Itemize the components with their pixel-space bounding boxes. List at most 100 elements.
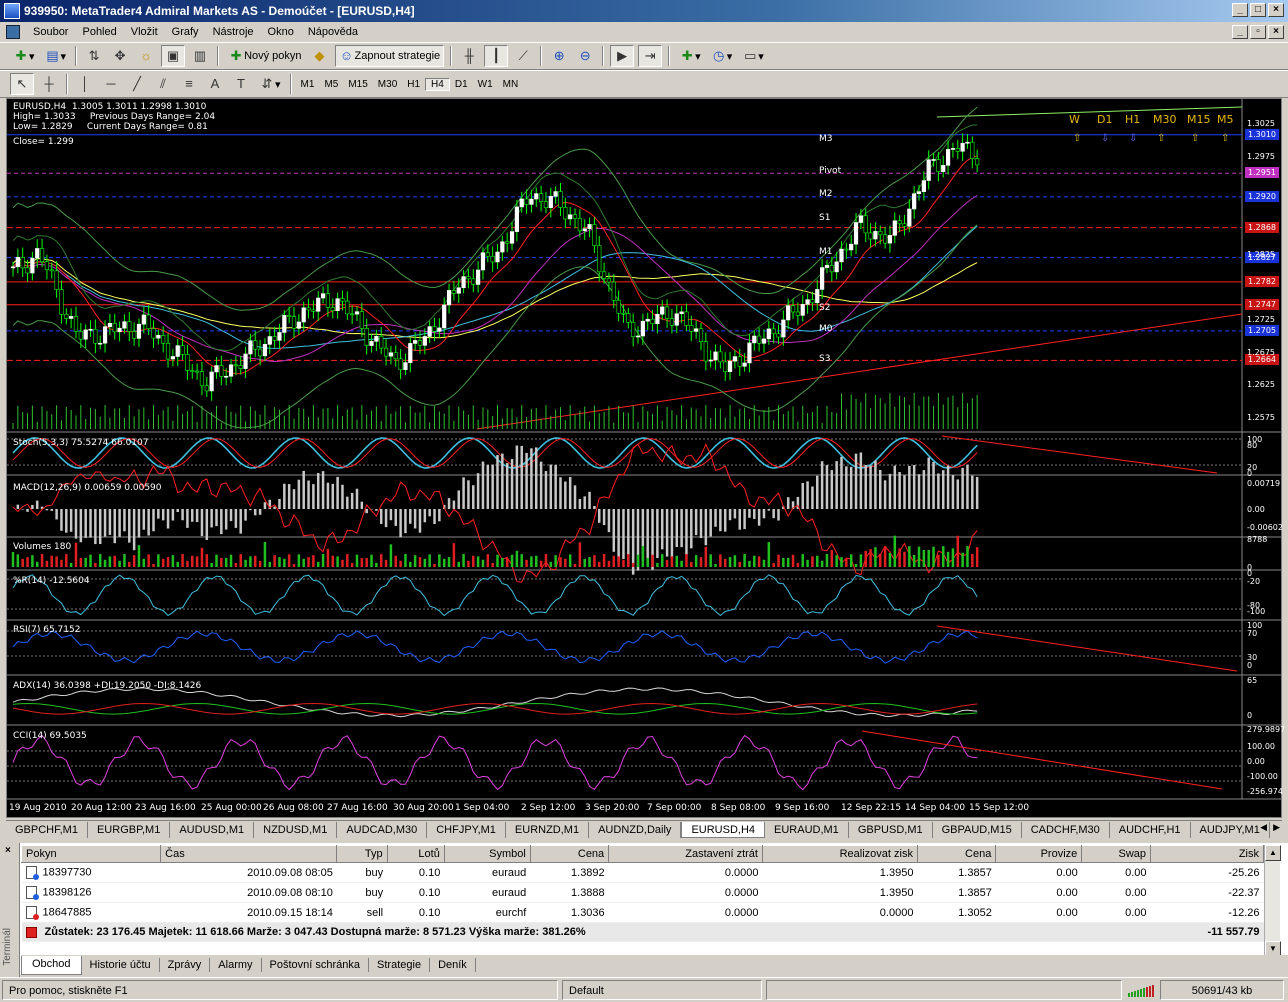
document-icon[interactable] xyxy=(6,25,20,39)
tab-scroll-right-icon[interactable]: ▶ xyxy=(1273,822,1280,833)
mdi-close-button[interactable]: × xyxy=(1268,25,1284,39)
order-row[interactable]: 18398126 2010.09.08 08:10 buy 0.10 euraud 1.3… xyxy=(21,882,1264,903)
terminal-scrollbar[interactable]: ▲ ▼ xyxy=(1264,845,1281,957)
candle-body xyxy=(282,315,287,333)
orders-column-header[interactable]: Symbol xyxy=(443,845,531,863)
timeframe-d1[interactable]: D1 xyxy=(450,79,473,90)
text-label-button[interactable]: T xyxy=(230,73,252,95)
order-row[interactable]: 18397730 2010.09.08 08:05 buy 0.10 euraud 1.3… xyxy=(21,862,1264,883)
tester-button[interactable]: ▥ xyxy=(189,45,211,67)
zoom-in-button[interactable]: ⊕ xyxy=(548,45,570,67)
chart-tab[interactable]: EURAUD,M1 xyxy=(765,821,849,838)
chart-tab[interactable]: AUDJPY,M1 xyxy=(1191,821,1270,838)
timeframe-w1[interactable]: W1 xyxy=(473,79,498,90)
orders-column-header[interactable]: Pokyn xyxy=(20,845,162,863)
timeframe-m1[interactable]: M1 xyxy=(296,79,320,90)
chart-canvas[interactable] xyxy=(7,99,1281,817)
orders-column-header[interactable]: Zisk xyxy=(1150,845,1264,863)
market-watch-button[interactable]: ⇅ xyxy=(83,45,105,67)
chart-tab[interactable]: CHFJPY,M1 xyxy=(427,821,506,838)
chart-tab[interactable]: AUDNZD,Daily xyxy=(589,821,682,838)
crosshair-button[interactable]: ┼ xyxy=(38,73,60,95)
minimize-button[interactable]: _ xyxy=(1232,3,1248,17)
menu-napoveda[interactable]: Nápověda xyxy=(301,26,365,38)
chart-tab[interactable]: EURGBP,M1 xyxy=(88,821,171,838)
candlestick-button[interactable]: ┃ xyxy=(484,45,509,67)
menu-vlozit[interactable]: Vložit xyxy=(124,26,165,38)
chart-tab[interactable]: NZDUSD,M1 xyxy=(254,821,338,838)
maximize-button[interactable]: □ xyxy=(1250,3,1266,17)
timeframe-mn[interactable]: MN xyxy=(498,79,524,90)
timeframe-m30[interactable]: M30 xyxy=(373,79,402,90)
zoom-out-button[interactable]: ⊖ xyxy=(574,45,596,67)
chart-tab[interactable]: GBPUSD,M1 xyxy=(849,821,933,838)
bar-chart-button[interactable]: ╫ xyxy=(458,45,480,67)
chart-tab[interactable]: AUDUSD,M1 xyxy=(170,821,255,838)
menu-nastroje[interactable]: Nástroje xyxy=(206,26,261,38)
new-chart-button[interactable]: ✚ ▾ xyxy=(10,45,38,67)
order-row[interactable]: 18647885 2010.09.15 18:14 sell 0.10 eurchf 1.… xyxy=(21,902,1264,923)
templates-button[interactable]: ▭ ▾ xyxy=(739,45,767,67)
terminal-tab[interactable]: Poštovní schránka xyxy=(262,958,370,972)
chart-tab[interactable]: EURNZD,M1 xyxy=(506,821,590,838)
tab-scroll-left-icon[interactable]: ◀ xyxy=(1260,822,1267,833)
close-button[interactable]: × xyxy=(1268,3,1284,17)
orders-column-header[interactable]: Lotů xyxy=(386,845,445,863)
vertical-line-button[interactable]: │ xyxy=(74,73,96,95)
chart-tab[interactable]: AUDCAD,M30 xyxy=(337,821,428,838)
arrows-button[interactable]: ⇵ ▾ xyxy=(256,73,284,95)
timeframe-h1[interactable]: H1 xyxy=(402,79,425,90)
text-button[interactable]: A xyxy=(204,73,226,95)
timeframe-m5[interactable]: M5 xyxy=(319,79,343,90)
menu-grafy[interactable]: Grafy xyxy=(165,26,206,38)
terminal-button[interactable]: ▣ xyxy=(161,45,186,67)
new-order-button[interactable]: ✚ Nový pokyn xyxy=(225,45,304,67)
cursor-button[interactable]: ↖ xyxy=(10,73,34,95)
terminal-tab[interactable]: Historie účtu xyxy=(82,958,160,972)
menu-pohled[interactable]: Pohled xyxy=(75,26,123,38)
orders-column-header[interactable]: Swap xyxy=(1081,845,1152,863)
terminal-tab[interactable]: Alarmy xyxy=(210,958,262,972)
chart-window[interactable]: EURUSD,H4 1.3005 1.3011 1.2998 1.3010 Hi… xyxy=(6,98,1285,818)
terminal-tab[interactable]: Strategie xyxy=(369,958,431,972)
menu-soubor[interactable]: Soubor xyxy=(26,26,75,38)
profiles-button[interactable]: ▤ ▾ xyxy=(42,45,70,67)
orders-column-header[interactable]: Cena xyxy=(529,845,610,863)
terminal-tab[interactable]: Zprávy xyxy=(160,958,211,972)
chart-tab[interactable]: EURUSD,H4 xyxy=(681,821,766,838)
orders-column-header[interactable]: Cena xyxy=(916,845,997,863)
mdi-minimize-button[interactable]: _ xyxy=(1232,25,1248,39)
chart-tab[interactable]: GBPAUD,M15 xyxy=(933,821,1022,838)
chart-tab[interactable]: CADCHF,M30 xyxy=(1022,821,1110,838)
fibonacci-button[interactable]: ≡ xyxy=(178,73,200,95)
terminal-close-icon[interactable]: × xyxy=(5,845,11,856)
horizontal-line-button[interactable]: ─ xyxy=(100,73,122,95)
mdi-restore-button[interactable]: ▫ xyxy=(1250,25,1266,39)
menu-okno[interactable]: Okno xyxy=(261,26,301,38)
timeframe-h4[interactable]: H4 xyxy=(425,77,450,91)
metaeditor-button[interactable]: ◆ xyxy=(309,45,331,67)
price-tag: 1.2868 xyxy=(1245,221,1279,233)
timeframe-m15[interactable]: M15 xyxy=(343,79,372,90)
orders-column-header[interactable]: Realizovat zisk xyxy=(762,845,918,863)
chart-tab[interactable]: AUDCHF,H1 xyxy=(1110,821,1191,838)
chart-tab[interactable]: GBPCHF,M1 xyxy=(6,821,88,838)
periods-button[interactable]: ◷ ▾ xyxy=(708,45,736,67)
chart-shift-button[interactable]: ⇥ xyxy=(638,45,663,67)
orders-column-header[interactable]: Provize xyxy=(995,845,1083,863)
data-window-button[interactable]: ✥ xyxy=(109,45,131,67)
auto-scroll-button[interactable]: ▶ xyxy=(610,45,635,67)
trendline-button[interactable]: ╱ xyxy=(126,73,148,95)
orders-column-header[interactable]: Typ xyxy=(336,845,388,863)
equidistant-channel-button[interactable]: ⫽ xyxy=(152,73,174,95)
candle-body xyxy=(776,333,781,338)
expert-advisors-button[interactable]: ☺ Zapnout strategie xyxy=(334,45,445,67)
navigator-button[interactable]: ☼ xyxy=(135,45,157,67)
indicators-button[interactable]: ✚ ▾ xyxy=(676,45,704,67)
line-chart-button[interactable]: ⟋ xyxy=(512,45,534,67)
orders-column-header[interactable]: Zastavení ztrát xyxy=(608,845,763,863)
terminal-tab[interactable]: Obchod xyxy=(21,955,82,975)
terminal-tab[interactable]: Deník xyxy=(430,958,476,972)
orders-column-header[interactable]: Čas xyxy=(160,845,338,863)
scroll-up-icon[interactable]: ▲ xyxy=(1265,845,1281,861)
